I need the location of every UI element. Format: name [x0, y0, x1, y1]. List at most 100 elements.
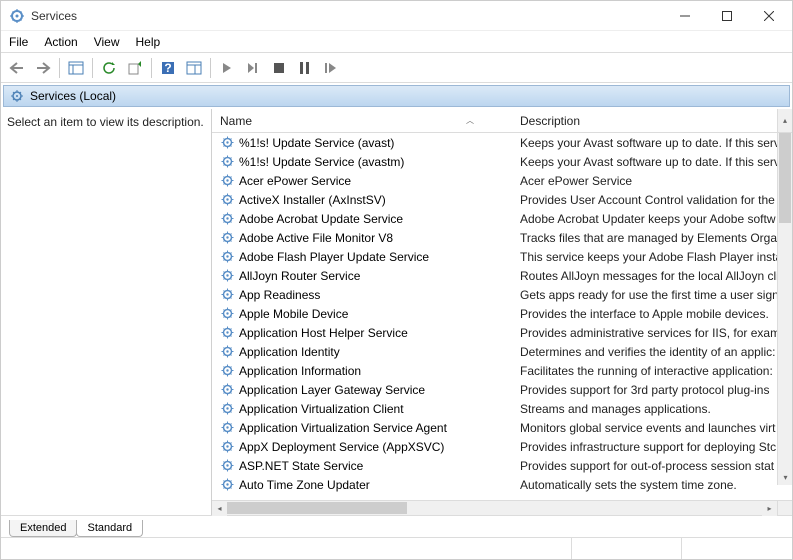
- view-tabs: Extended Standard: [1, 515, 792, 537]
- restart-service-button[interactable]: [319, 56, 343, 80]
- service-name: Application Virtualization Service Agent: [239, 421, 447, 435]
- column-headers: Name ︿ Description ▴: [212, 109, 792, 133]
- service-name: %1!s! Update Service (avastm): [239, 155, 404, 169]
- refresh-button[interactable]: [97, 56, 121, 80]
- back-button[interactable]: [5, 56, 29, 80]
- service-description: Provides User Account Control validation…: [512, 193, 792, 207]
- menu-file[interactable]: File: [9, 35, 28, 49]
- service-row[interactable]: Application Host Helper ServiceProvides …: [212, 323, 792, 342]
- menu-action[interactable]: Action: [44, 35, 77, 49]
- show-hide-tree-button[interactable]: [64, 56, 88, 80]
- service-row[interactable]: ActiveX Installer (AxInstSV)Provides Use…: [212, 190, 792, 209]
- restart-once-button[interactable]: [241, 56, 265, 80]
- service-row[interactable]: %1!s! Update Service (avast) Keeps your A…: [212, 133, 792, 152]
- start-service-button[interactable]: [215, 56, 239, 80]
- gear-icon: [220, 135, 235, 150]
- minimize-button[interactable]: [664, 2, 706, 30]
- menu-help[interactable]: Help: [136, 35, 161, 49]
- gear-icon: [220, 458, 235, 473]
- status-pane-3: [682, 538, 792, 559]
- service-row[interactable]: AllJoyn Router ServiceRoutes AllJoyn mes…: [212, 266, 792, 285]
- separator: [151, 58, 152, 78]
- scroll-up-arrow[interactable]: ▴: [777, 109, 792, 132]
- service-description: Provides support for out-of-process sess…: [512, 459, 792, 473]
- gear-icon: [220, 192, 235, 207]
- service-name: ASP.NET State Service: [239, 459, 363, 473]
- vertical-scrollbar[interactable]: ▾: [777, 133, 792, 485]
- tab-standard[interactable]: Standard: [76, 520, 143, 537]
- sort-indicator-icon: ︿: [466, 115, 474, 126]
- service-description: Automatically sets the system time zone.: [512, 478, 792, 492]
- service-description: Provides the interface to Apple mobile d…: [512, 307, 792, 321]
- horizontal-scrollbar[interactable]: ◂ ▸: [212, 500, 792, 515]
- gear-icon: [220, 420, 235, 435]
- gear-icon: [220, 287, 235, 302]
- column-header-name[interactable]: Name ︿: [212, 114, 512, 128]
- service-row[interactable]: %1!s! Update Service (avastm)Keeps your …: [212, 152, 792, 171]
- toolbar: ?: [1, 53, 792, 83]
- pause-service-button[interactable]: [293, 56, 317, 80]
- service-row[interactable]: ASP.NET State Service Provides support fo…: [212, 456, 792, 475]
- app-icon: [9, 8, 25, 24]
- separator: [92, 58, 93, 78]
- gear-icon: [220, 173, 235, 188]
- gear-icon: [220, 439, 235, 454]
- service-row[interactable]: Application Virtualization Service Agent…: [212, 418, 792, 437]
- close-button[interactable]: [748, 2, 790, 30]
- service-row[interactable]: Application InformationFacilitates the r…: [212, 361, 792, 380]
- service-row[interactable]: App ReadinessGets apps ready for use the…: [212, 285, 792, 304]
- menu-bar: File Action View Help: [1, 31, 792, 53]
- service-row[interactable]: Acer ePower Service Acer ePower Service: [212, 171, 792, 190]
- separator: [59, 58, 60, 78]
- gear-icon: [220, 249, 235, 264]
- status-pane-1: [1, 538, 572, 559]
- vertical-scroll-thumb[interactable]: [779, 133, 791, 223]
- export-list-button[interactable]: [123, 56, 147, 80]
- forward-button[interactable]: [31, 56, 55, 80]
- service-row[interactable]: Adobe Flash Player Update ServiceThis se…: [212, 247, 792, 266]
- column-header-description[interactable]: Description: [512, 114, 588, 128]
- scroll-left-arrow[interactable]: ◂: [212, 501, 227, 516]
- separator: [210, 58, 211, 78]
- service-rows: %1!s! Update Service (avast) Keeps your A…: [212, 133, 792, 500]
- window-title: Services: [31, 9, 664, 23]
- gear-icon: [220, 344, 235, 359]
- help-button[interactable]: ?: [156, 56, 180, 80]
- scroll-right-arrow[interactable]: ▸: [762, 501, 777, 516]
- tab-extended[interactable]: Extended: [9, 520, 77, 537]
- service-name: Adobe Flash Player Update Service: [239, 250, 429, 264]
- gear-icon: [220, 382, 235, 397]
- service-description: Adobe Acrobat Updater keeps your Adobe s…: [512, 212, 792, 226]
- service-description: Acer ePower Service: [512, 174, 792, 188]
- service-row[interactable]: Application Layer Gateway ServiceProvide…: [212, 380, 792, 399]
- service-row[interactable]: AppX Deployment Service (AppXSVC)Provide…: [212, 437, 792, 456]
- service-row[interactable]: Application IdentityDetermines and verif…: [212, 342, 792, 361]
- gear-icon: [220, 154, 235, 169]
- service-name: Application Layer Gateway Service: [239, 383, 425, 397]
- service-row[interactable]: Auto Time Zone UpdaterAutomatically sets…: [212, 475, 792, 494]
- gear-icon: [220, 230, 235, 245]
- service-name: %1!s! Update Service (avast): [239, 136, 394, 150]
- scroll-down-arrow[interactable]: ▾: [778, 470, 792, 485]
- menu-view[interactable]: View: [94, 35, 120, 49]
- category-header[interactable]: Services (Local): [3, 85, 790, 107]
- service-description: Provides infrastructure support for depl…: [512, 440, 792, 454]
- gear-icon: [220, 363, 235, 378]
- scrollbar-corner: [777, 501, 792, 515]
- service-name: Application Virtualization Client: [239, 402, 404, 416]
- service-row[interactable]: Adobe Active File Monitor V8Tracks files…: [212, 228, 792, 247]
- gear-icon: [220, 401, 235, 416]
- description-hint: Select an item to view its description.: [7, 115, 204, 129]
- service-description: Facilitates the running of interactive a…: [512, 364, 792, 378]
- maximize-button[interactable]: [706, 2, 748, 30]
- properties-button[interactable]: [182, 56, 206, 80]
- service-row[interactable]: Apple Mobile DeviceProvides the interfac…: [212, 304, 792, 323]
- stop-service-button[interactable]: [267, 56, 291, 80]
- service-name: Acer ePower Service: [239, 174, 351, 188]
- service-row[interactable]: Adobe Acrobat Update ServiceAdobe Acroba…: [212, 209, 792, 228]
- service-description: Keeps your Avast software up to date. If…: [512, 136, 792, 150]
- service-description: Routes AllJoyn messages for the local Al…: [512, 269, 792, 283]
- service-description: Gets apps ready for use the first time a…: [512, 288, 792, 302]
- service-row[interactable]: Application Virtualization ClientStreams…: [212, 399, 792, 418]
- horizontal-scroll-thumb[interactable]: [227, 502, 407, 514]
